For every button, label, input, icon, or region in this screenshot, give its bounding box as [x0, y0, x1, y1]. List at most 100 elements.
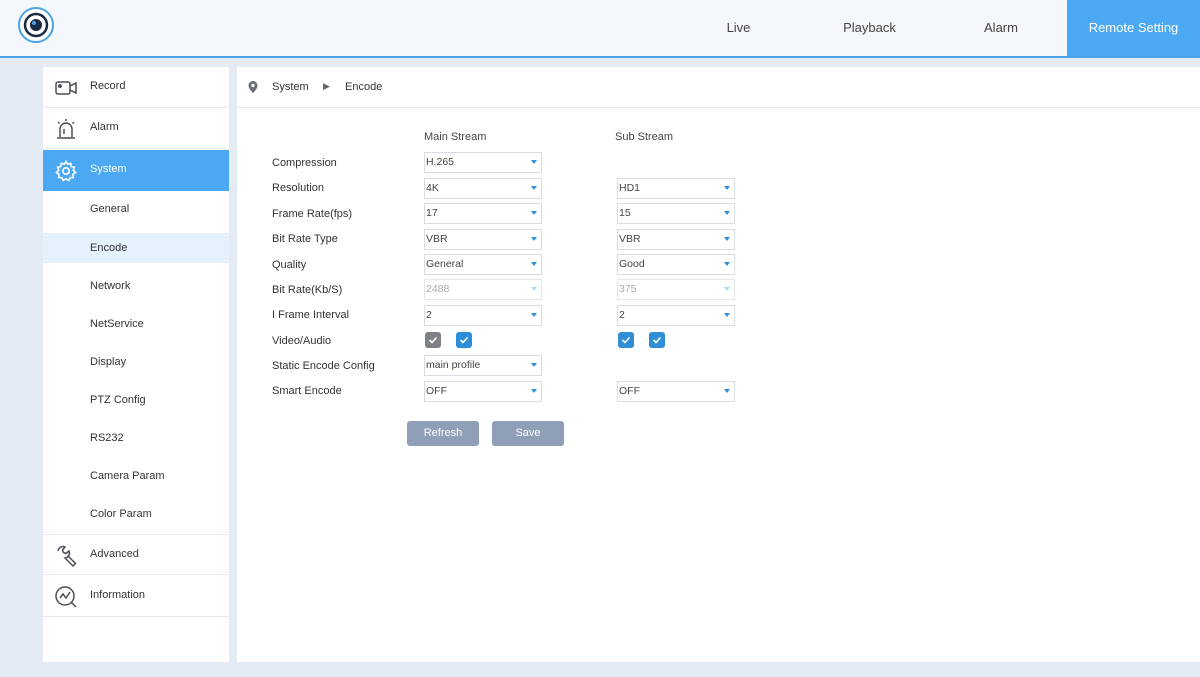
sidebar-subitem-label: Display: [90, 356, 127, 368]
checkmark-icon: [428, 336, 438, 344]
bit-rate-type-main-select[interactable]: VBR: [424, 229, 542, 250]
smart-encode-sub-select[interactable]: OFF: [617, 381, 735, 402]
main-audio-checkbox[interactable]: [456, 332, 472, 348]
main-video-checkbox[interactable]: [425, 332, 441, 348]
info-chart-icon: [54, 585, 78, 609]
dropdown-caret-icon: [724, 287, 730, 291]
dropdown-caret-icon: [531, 160, 537, 164]
sidebar-item-alarm[interactable]: Alarm: [43, 108, 229, 149]
static-encode-main-select[interactable]: main profile: [424, 355, 542, 376]
location-pin-icon: [247, 80, 259, 94]
sidebar-subitem-ptz-config[interactable]: PTZ Config: [43, 385, 229, 415]
sidebar-item-information[interactable]: Information: [43, 576, 229, 617]
select-value: main profile: [426, 359, 481, 371]
sidebar-subitem-rs232[interactable]: RS232: [43, 423, 229, 453]
static-encode-config-label: Static Encode Config: [272, 360, 375, 372]
dropdown-caret-icon: [724, 186, 730, 190]
sidebar-subitem-encode[interactable]: Encode: [43, 233, 229, 263]
resolution-sub-select[interactable]: HD1: [617, 178, 735, 199]
dropdown-caret-icon: [724, 313, 730, 317]
wrench-icon: [54, 544, 78, 568]
sidebar-subitem-netservice[interactable]: NetService: [43, 309, 229, 339]
sidebar-subitem-label: PTZ Config: [90, 394, 146, 406]
sidebar-item-label: System: [90, 163, 127, 175]
dropdown-caret-icon: [724, 237, 730, 241]
sidebar-subitem-color-param[interactable]: Color Param: [43, 499, 229, 529]
select-value: 17: [426, 207, 438, 219]
dropdown-caret-icon: [531, 262, 537, 266]
checkmark-icon: [621, 336, 631, 344]
sidebar-subitem-general[interactable]: General: [43, 194, 229, 224]
nav-tab-alarm[interactable]: Alarm: [935, 0, 1067, 56]
breadcrumb-section[interactable]: System: [272, 81, 309, 93]
select-value: 2488: [426, 283, 450, 295]
main-stream-heading: Main Stream: [424, 131, 487, 143]
select-value: 2: [426, 309, 432, 321]
bit-rate-main-select: 2488: [424, 279, 542, 300]
breadcrumb: System ▶ Encode: [237, 67, 1200, 108]
select-value: OFF: [619, 385, 640, 397]
sidebar-item-record[interactable]: Record: [43, 67, 229, 108]
sidebar-subitem-label: Encode: [90, 242, 128, 254]
dropdown-caret-icon: [531, 287, 537, 291]
sidebar-item-label: Information: [90, 589, 146, 601]
checkmark-icon: [652, 336, 662, 344]
bit-rate-sub-select: 375: [617, 279, 735, 300]
frame-rate-main-select[interactable]: 17: [424, 203, 542, 224]
resolution-label: Resolution: [272, 182, 324, 194]
bit-rate-type-sub-select[interactable]: VBR: [617, 229, 735, 250]
video-audio-label: Video/Audio: [272, 335, 332, 347]
dropdown-caret-icon: [531, 313, 537, 317]
refresh-button[interactable]: Refresh: [407, 421, 479, 446]
nav-tab-playback[interactable]: Playback: [804, 0, 935, 56]
nav-tab-live[interactable]: Live: [673, 0, 804, 56]
sidebar-subitem-camera-param[interactable]: Camera Param: [43, 461, 229, 491]
resolution-main-select[interactable]: 4K: [424, 178, 542, 199]
quality-main-select[interactable]: General: [424, 254, 542, 275]
dropdown-caret-icon: [531, 389, 537, 393]
dropdown-caret-icon: [531, 237, 537, 241]
select-value: General: [426, 258, 464, 270]
bit-rate-label: Bit Rate(Kb/S): [272, 284, 343, 296]
video-camera-icon: [54, 76, 78, 100]
sidebar-item-advanced[interactable]: Advanced: [43, 534, 229, 575]
breadcrumb-page: Encode: [345, 81, 383, 93]
dropdown-caret-icon: [531, 186, 537, 190]
quality-sub-select[interactable]: Good: [617, 254, 735, 275]
alarm-siren-icon: [54, 117, 78, 141]
sidebar-subitem-label: General: [90, 203, 130, 215]
sidebar-subitem-display[interactable]: Display: [43, 347, 229, 377]
sidebar-item-system[interactable]: System: [43, 150, 229, 191]
select-value: VBR: [619, 233, 641, 245]
select-value: 15: [619, 207, 631, 219]
i-frame-main-select[interactable]: 2: [424, 305, 542, 326]
select-value: 4K: [426, 182, 439, 194]
compression-main-select[interactable]: H.265: [424, 152, 542, 173]
sidebar-subitem-label: Color Param: [90, 508, 152, 520]
select-value: Good: [619, 258, 645, 270]
select-value: HD1: [619, 182, 641, 194]
bit-rate-type-label: Bit Rate Type: [272, 233, 338, 245]
quality-label: Quality: [272, 259, 307, 271]
frame-rate-sub-select[interactable]: 15: [617, 203, 735, 224]
main-panel: System ▶ Encode Main Stream Sub Stream C…: [237, 67, 1200, 662]
select-value: OFF: [426, 385, 447, 397]
sidebar-subitem-network[interactable]: Network: [43, 271, 229, 301]
breadcrumb-arrow-icon: ▶: [323, 81, 330, 91]
sidebar-subitem-label: Camera Param: [90, 470, 165, 482]
save-button[interactable]: Save: [492, 421, 564, 446]
nav-tab-remote-setting[interactable]: Remote Setting: [1067, 0, 1200, 56]
sidebar-item-label: Advanced: [90, 548, 139, 560]
dropdown-caret-icon: [531, 211, 537, 215]
sub-audio-checkbox[interactable]: [649, 332, 665, 348]
select-value: VBR: [426, 233, 448, 245]
sub-video-checkbox[interactable]: [618, 332, 634, 348]
smart-encode-label: Smart Encode: [272, 385, 342, 397]
dropdown-caret-icon: [724, 211, 730, 215]
sidebar-item-label: Alarm: [90, 121, 119, 133]
sidebar-subitem-label: NetService: [90, 318, 144, 330]
checkmark-icon: [459, 336, 469, 344]
i-frame-sub-select[interactable]: 2: [617, 305, 735, 326]
compression-label: Compression: [272, 157, 337, 169]
smart-encode-main-select[interactable]: OFF: [424, 381, 542, 402]
